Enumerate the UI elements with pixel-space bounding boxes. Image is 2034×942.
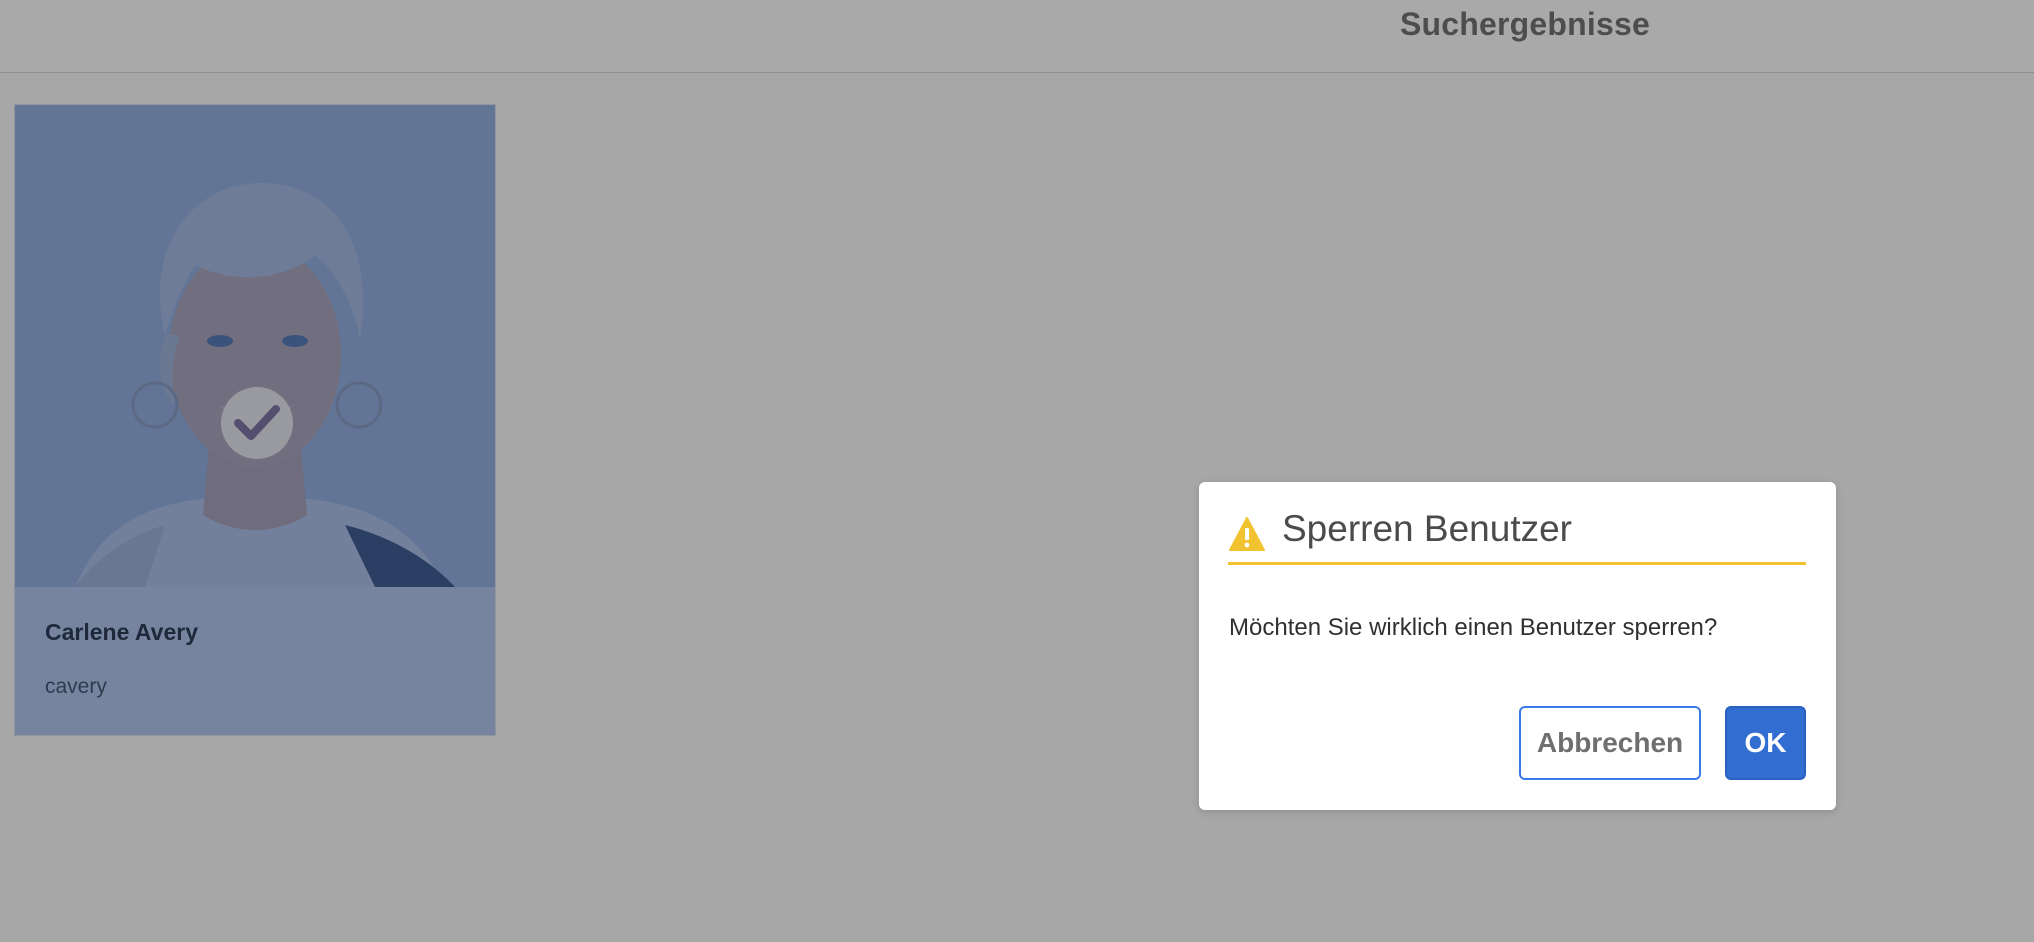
warning-icon — [1229, 517, 1265, 551]
dialog-header: Sperren Benutzer — [1228, 506, 1806, 565]
cancel-button[interactable]: Abbrechen — [1519, 706, 1701, 780]
lock-user-dialog: Sperren Benutzer Möchten Sie wirklich ei… — [1199, 482, 1836, 810]
dialog-message: Möchten Sie wirklich einen Benutzer sper… — [1229, 614, 1718, 641]
dialog-title: Sperren Benutzer — [1282, 508, 1573, 549]
ok-button[interactable]: OK — [1725, 706, 1806, 780]
